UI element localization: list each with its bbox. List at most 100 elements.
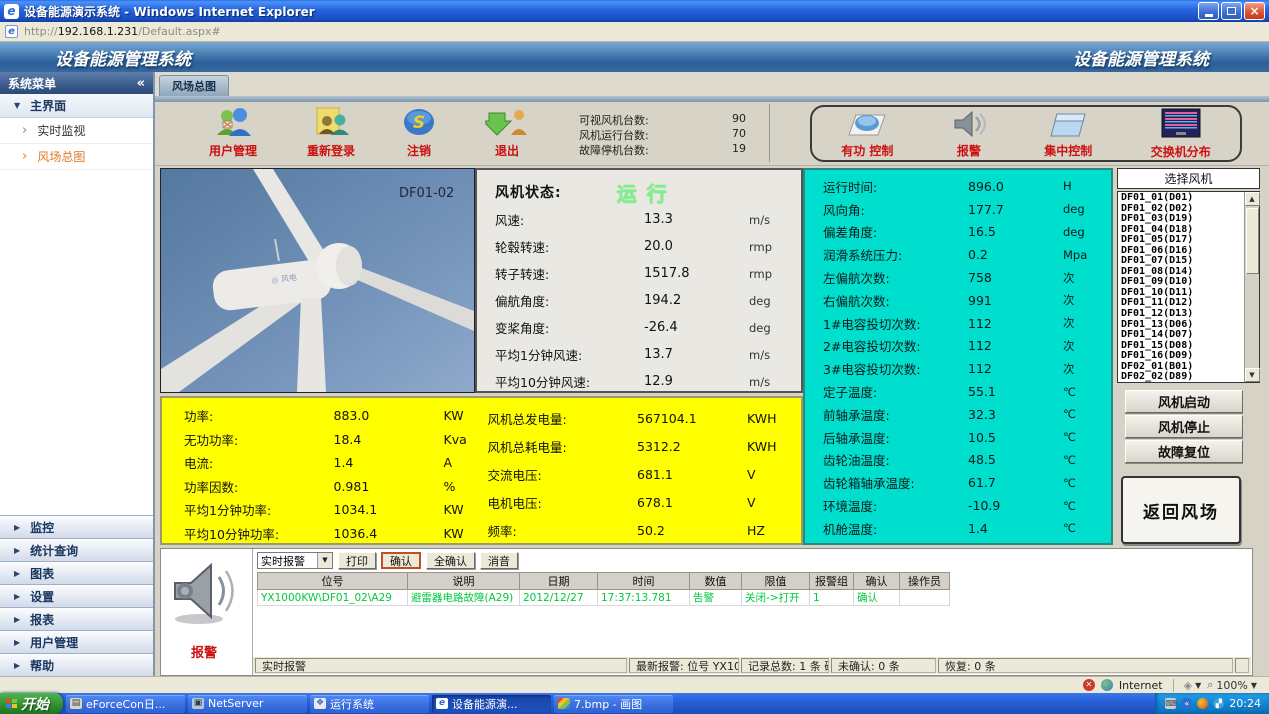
alarm-column-header[interactable]: 位号 [258, 573, 408, 590]
turbine-selector-list: DF01_01(D01)DF01_02(D02)DF01_03(D19)DF01… [1117, 191, 1260, 383]
close-button[interactable]: × [1244, 2, 1265, 20]
acknowledge-all-button[interactable]: 全确认 [426, 552, 475, 569]
taskbar-item-energy-system[interactable]: e 设备能源演... [432, 695, 551, 713]
detail-row-unit: 次 [1063, 315, 1099, 331]
taskbar-item-runtime[interactable]: ❖ 运行系统 [310, 695, 429, 713]
scroll-down-icon[interactable]: ▼ [1245, 368, 1260, 382]
switch-distribution-button[interactable]: 交换机分布 [1151, 108, 1211, 160]
turbine-start-button[interactable]: 风机启动 [1125, 390, 1243, 413]
detail-row-unit: ℃ [1063, 430, 1099, 444]
power-row-label: 电机电压: [488, 493, 542, 512]
tray-icon-color[interactable] [1197, 698, 1208, 709]
minimize-icon [1205, 14, 1213, 17]
user-management-button[interactable]: 用户管理 [190, 107, 276, 159]
svg-text:S: S [413, 113, 425, 133]
restore-button[interactable] [1221, 2, 1242, 20]
power-row-value: 681.1 [637, 467, 747, 482]
power-panel: 功率: 883.0 KW 无功功率: 18.4 Kva 电流: [160, 396, 803, 545]
sidebar-section[interactable]: ▶ 设置 [0, 584, 153, 607]
zoom-control[interactable]: ⌕ 100% ▼ [1207, 678, 1257, 692]
power-row-unit: % [444, 479, 488, 494]
taskbar: 开始 ▤ eForceCon日... ▣ NetServer ❖ 运行系统 e … [0, 693, 1269, 714]
detail-row-label: 偏差角度: [823, 222, 877, 241]
alarm-column-header[interactable]: 报警组 [810, 573, 854, 590]
alarm-column-header[interactable]: 限值 [742, 573, 810, 590]
exit-button[interactable]: 退出 [464, 107, 550, 159]
scroll-up-icon[interactable]: ▲ [1245, 192, 1260, 206]
power-row-unit: KW [444, 408, 488, 423]
alarm-control-button[interactable]: 报警 [952, 109, 986, 159]
minimize-button[interactable] [1198, 2, 1219, 20]
speaker-icon [169, 561, 241, 627]
sidebar-section[interactable]: ▶ 帮助 [0, 653, 153, 676]
turbine-stop-button[interactable]: 风机停止 [1125, 415, 1243, 438]
detail-row-unit: Mpa [1063, 248, 1099, 262]
fault-reset-button[interactable]: 故障复位 [1125, 440, 1243, 463]
mute-button[interactable]: 消音 [480, 552, 518, 569]
sidebar-section[interactable]: ▶ 报表 [0, 607, 153, 630]
print-button[interactable]: 打印 [338, 552, 376, 569]
tab-windfarm-overview[interactable]: 风场总图 [159, 75, 229, 96]
tray-icon-network[interactable]: ▞ [1213, 698, 1224, 709]
dropdown-arrow-icon[interactable]: ▼ [317, 553, 332, 568]
status-row-label: 平均10分钟风速: [495, 372, 590, 391]
collapse-icon[interactable]: « [137, 76, 145, 91]
status-row-label: 平均1分钟风速: [495, 345, 582, 364]
sidebar-group-main[interactable]: ▼ 主界面 [0, 94, 153, 118]
turbine-list-item[interactable]: DF01_12(D13) [1121, 309, 1244, 320]
alarm-column-header[interactable]: 数值 [690, 573, 742, 590]
sidebar-section[interactable]: ▶ 监控 [0, 515, 153, 538]
alarm-operator [900, 590, 950, 606]
sidebar: 系统菜单 « ▼ 主界面 › 实时监视 › 风场总图 ▶ 监控 [0, 72, 155, 676]
taskbar-item-paint[interactable]: 7.bmp - 画图 [554, 695, 673, 713]
sidebar-section[interactable]: ▶ 统计查询 [0, 538, 153, 561]
tray-icon-blue[interactable]: « [1181, 698, 1192, 709]
central-control-button[interactable]: 集中控制 [1044, 109, 1092, 159]
scroll-thumb[interactable] [1246, 208, 1259, 274]
detail-row: 运行时间: 896.0 H [823, 175, 1099, 198]
turbine-selector-header[interactable]: 选择风机 [1117, 168, 1260, 189]
detail-row-label: 定子温度: [823, 382, 877, 401]
taskbar-item-eforcecon[interactable]: ▤ eForceCon日... [66, 695, 185, 713]
sidebar-section[interactable]: ▶ 图表 [0, 561, 153, 584]
detail-row-unit: deg [1063, 225, 1099, 239]
back-to-windfarm-button[interactable]: 返回风场 [1121, 476, 1241, 544]
alarm-filter-dropdown[interactable]: 实时报警 ▼ [257, 552, 333, 569]
keyboard-icon[interactable]: ⌨ [1165, 698, 1176, 709]
acknowledge-button[interactable]: 确认 [381, 552, 421, 569]
relogin-button[interactable]: 重新登录 [288, 107, 374, 159]
detail-row: 环境温度: -10.9 ℃ [823, 494, 1099, 517]
list-scrollbar[interactable]: ▲ ▼ [1244, 192, 1259, 382]
alarm-speaker-zone: 报警 [161, 549, 253, 675]
chevron-right-icon: ▶ [14, 638, 20, 647]
stat-row: 故障停机台数: 19 [579, 142, 792, 157]
alarm-column-header[interactable]: 日期 [520, 573, 598, 590]
sidebar-item-windfarm-overview[interactable]: › 风场总图 [0, 144, 153, 170]
alarm-column-header[interactable]: 说明 [408, 573, 520, 590]
power-row-label: 平均10分钟功率: [184, 524, 279, 543]
power-row-unit: KWH [747, 439, 791, 454]
taskbar-item-netserver[interactable]: ▣ NetServer [188, 695, 307, 713]
logout-button[interactable]: S 注销 [376, 107, 462, 159]
alarm-column-header[interactable]: 时间 [598, 573, 690, 590]
detail-row-unit: H [1063, 179, 1099, 193]
detail-row-value: -10.9 [968, 498, 1063, 513]
status-row-unit: rmp [749, 240, 787, 254]
turbine-list-item[interactable]: DF01_01(D01) [1121, 193, 1244, 204]
speaker-icon [952, 109, 986, 139]
address-input[interactable]: http://192.168.1.231/Default.aspx# [24, 25, 221, 38]
protected-mode-control[interactable]: ◈▼ [1184, 679, 1202, 692]
turbine-list-item[interactable]: DF02_02(D89) [1121, 372, 1244, 382]
sidebar-section[interactable]: ▶ 用户管理 [0, 630, 153, 653]
start-button[interactable]: 开始 [0, 693, 63, 714]
active-power-control-button[interactable]: 有功 控制 [841, 109, 893, 159]
alarm-table-row[interactable]: YX1000KW\DF01_02\A29 避雷器电路故障(A29) 2012/1… [258, 590, 950, 606]
detail-row-value: 55.1 [968, 384, 1063, 399]
stat-value: 19 [732, 142, 792, 157]
power-row: 平均10分钟功率: 1036.4 KW [184, 522, 488, 546]
sidebar-item-realtime[interactable]: › 实时监视 [0, 118, 153, 144]
alarm-column-header[interactable]: 操作员 [900, 573, 950, 590]
stat-label: 故障停机台数: [579, 142, 684, 157]
alarm-column-header[interactable]: 确认 [854, 573, 900, 590]
status-row: 偏航角度: 194.2 deg [495, 287, 787, 314]
